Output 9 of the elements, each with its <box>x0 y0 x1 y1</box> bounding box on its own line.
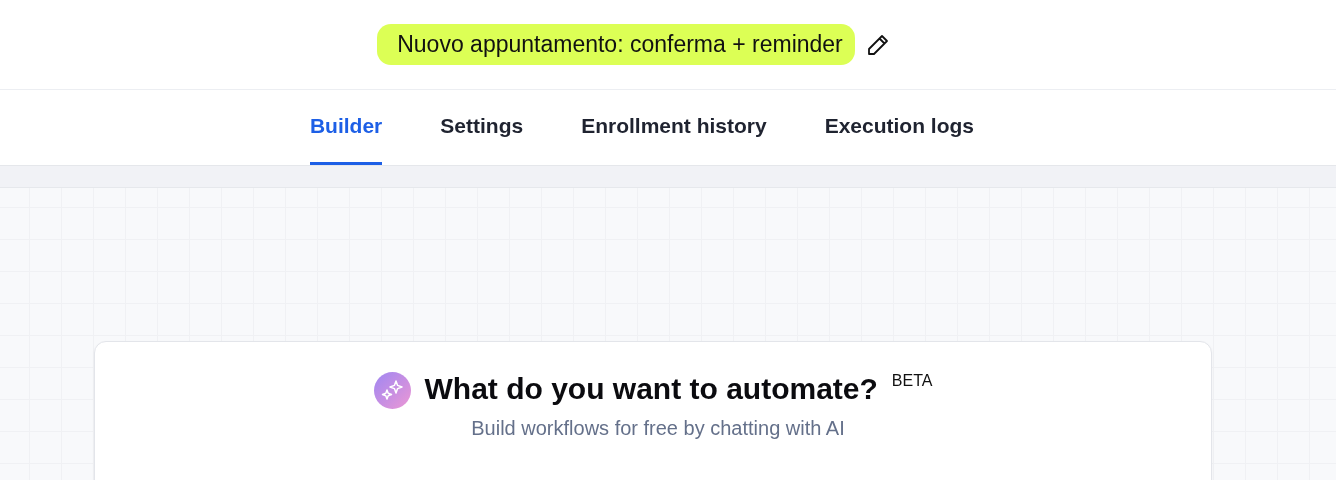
tab[interactable]: Execution logs <box>824 90 975 165</box>
sparkle-icon <box>373 372 411 409</box>
tab[interactable]: Enrollment history <box>581 90 767 165</box>
prompt-subtitle: Build workflows for free by chatting with AI <box>470 417 845 440</box>
beta-label: BETA <box>891 372 933 390</box>
tab[interactable]: Settings <box>440 90 524 165</box>
workflow-title: Nuovo appuntamento: conferma + reminder <box>377 24 855 65</box>
prompt-heading: What do you want to automate? <box>424 372 878 406</box>
pencil-icon <box>865 32 890 57</box>
